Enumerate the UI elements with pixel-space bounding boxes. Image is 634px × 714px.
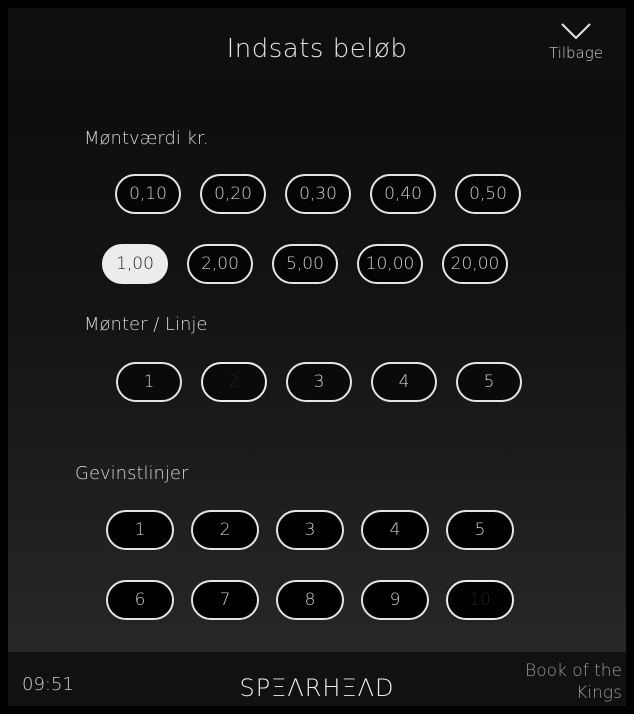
payline-option-selected[interactable]: 10 [446,580,514,620]
game-title: Book of the Kings [525,661,622,703]
coin-value-option[interactable]: 20,00 [442,244,508,284]
paylines-label: Gevinstlinjer [75,463,189,484]
paylines-row-2: 6 7 8 9 10 [106,580,514,620]
bet-settings-panel: Indsats beløb Tilbage Møntværdi kr. 0,10… [8,8,626,706]
coin-value-option[interactable]: 5,00 [272,244,338,284]
coin-value-option[interactable]: 0,40 [370,174,436,214]
coin-value-row-2: 1,00 2,00 5,00 10,00 20,00 [102,244,508,284]
coin-value-option[interactable]: 10,00 [357,244,423,284]
payline-option[interactable]: 4 [361,510,429,550]
payline-option[interactable]: 3 [276,510,344,550]
coin-value-option[interactable]: 0,10 [115,174,181,214]
footer-bar: 09:51 SPΞΛRHΞΛD Book of the Kings [8,652,626,706]
coin-value-option[interactable]: 0,50 [455,174,521,214]
payline-option[interactable]: 8 [276,580,344,620]
coin-value-label: Møntværdi kr. [84,128,209,149]
coins-per-line-option-selected[interactable]: 2 [201,362,267,402]
payline-option[interactable]: 1 [106,510,174,550]
coins-per-line-label: Mønter / Linje [84,314,208,335]
coin-value-row-1: 0,10 0,20 0,30 0,40 0,50 [115,174,521,214]
coin-value-option-selected[interactable]: 1,00 [102,244,168,284]
paylines-row-1: 1 2 3 4 5 [106,510,514,550]
payline-option[interactable]: 9 [361,580,429,620]
back-button[interactable]: Tilbage [536,22,616,62]
coin-value-option[interactable]: 2,00 [187,244,253,284]
payline-option[interactable]: 5 [446,510,514,550]
payline-option[interactable]: 7 [191,580,259,620]
coin-value-option[interactable]: 0,30 [285,174,351,214]
payline-option[interactable]: 2 [191,510,259,550]
coin-value-option[interactable]: 0,20 [200,174,266,214]
coins-per-line-option[interactable]: 1 [116,362,182,402]
coins-per-line-option[interactable]: 3 [286,362,352,402]
chevron-down-icon [561,23,591,40]
back-label: Tilbage [549,44,603,62]
page-title: Indsats beløb [226,34,408,64]
coins-per-line-option[interactable]: 5 [456,362,522,402]
header: Indsats beløb Tilbage [8,8,626,86]
coins-per-line-option[interactable]: 4 [371,362,437,402]
coins-per-line-row: 1 2 3 4 5 [116,362,522,402]
payline-option[interactable]: 6 [106,580,174,620]
